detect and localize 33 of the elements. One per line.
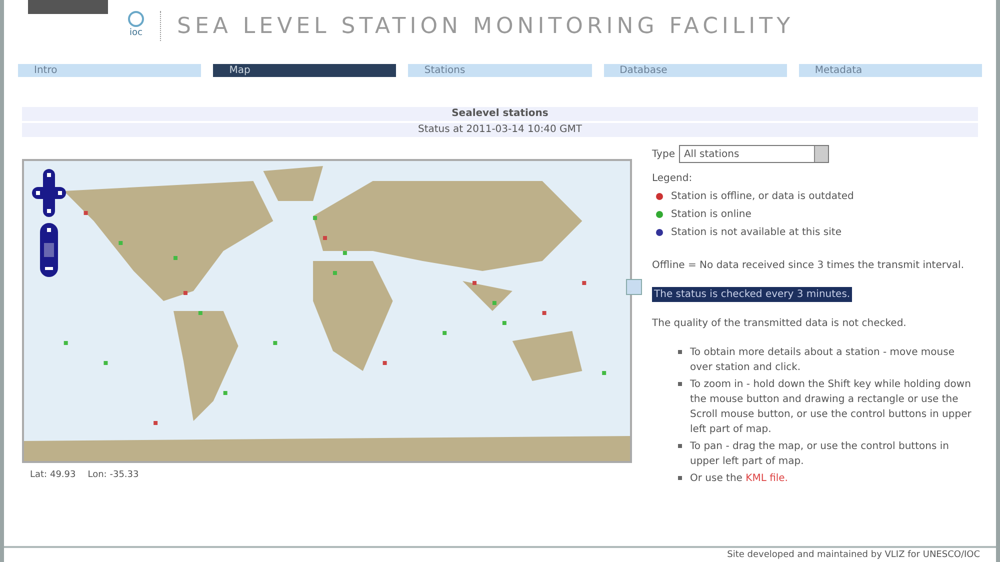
tip-text: To zoom in - hold down the Shift key while holding down the mouse button and drawing a rectangle or use the Scroll mouse button, or use the control buttons in upper left part of map. — [690, 378, 972, 437]
type-dropdown[interactable]: All stations — [678, 145, 829, 163]
legend-label: Station is not available at this site — [671, 226, 842, 240]
site-title: SEA LEVEL STATION MONITORING FACILITY — [177, 12, 794, 40]
check-note: The status is checked every 3 minutes. — [652, 287, 852, 302]
pan-control-icon[interactable] — [32, 169, 66, 217]
nav-tab[interactable]: Intro — [18, 64, 202, 77]
logo-icon — [28, 0, 108, 14]
section-heading: Sealevel stations — [22, 107, 978, 121]
bullet-icon — [678, 444, 682, 448]
legend-title: Legend: — [652, 172, 694, 186]
legend-label: Station is online — [671, 208, 752, 222]
quality-note: The quality of the transmitted data is not checked. — [652, 317, 908, 331]
nav-tab[interactable]: Stations — [408, 64, 592, 77]
tip-text: Or use the KML file. — [690, 472, 788, 486]
coordinate-readout: Lat: 49.93 — [30, 469, 76, 482]
bullet-icon — [678, 476, 682, 480]
bullet-icon — [678, 350, 682, 354]
type-label: Type — [652, 148, 675, 162]
zoom-control-icon[interactable] — [40, 223, 58, 277]
bullet-icon — [678, 382, 682, 386]
logo-text: ioc — [130, 27, 142, 40]
nav-tab[interactable]: Metadata — [798, 64, 982, 77]
coordinate-readout: Lon: -35.33 — [88, 469, 139, 482]
nav-tab[interactable]: Map — [213, 64, 396, 77]
legend-label: Station is offline, or data is outdated — [671, 190, 854, 204]
dropdown-icon[interactable] — [814, 146, 828, 162]
tip-text: To pan - drag the map, or use the control buttons in upper left part of map. — [690, 440, 950, 469]
tip-text: To obtain more details about a station - move mouse over station and click. — [690, 346, 956, 375]
footer-text: Site developed and maintained by VLIZ for UNESCO/IOC — [727, 549, 980, 562]
nav-tab[interactable]: Database — [604, 64, 787, 77]
kml-link[interactable]: KML file. — [746, 473, 788, 484]
offline-note: Offline = No data received since 3 times the transmit interval. — [652, 259, 965, 273]
